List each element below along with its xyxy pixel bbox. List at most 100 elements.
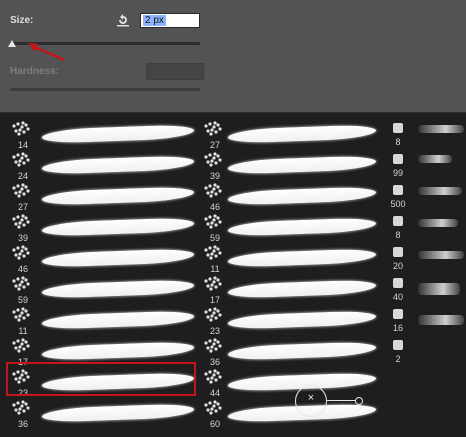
brush-cursor-dot bbox=[355, 397, 363, 405]
brush-preview-stroke[interactable] bbox=[418, 283, 460, 295]
brush-stroke-preview bbox=[42, 217, 194, 237]
brush-tip-icon bbox=[202, 307, 224, 323]
brush-stroke-preview bbox=[42, 310, 194, 330]
brush-stroke-preview bbox=[228, 186, 376, 206]
brush-size-label: 39 bbox=[17, 233, 28, 243]
brush-cursor: × bbox=[295, 385, 327, 417]
brush-tip-icon bbox=[393, 185, 403, 195]
brush-size-label: 2 bbox=[395, 354, 401, 364]
brush-size-label: 40 bbox=[392, 292, 403, 302]
brush-tip-icon bbox=[202, 214, 224, 230]
selected-brush-highlight bbox=[6, 362, 196, 396]
brush-preview-stroke[interactable] bbox=[418, 219, 458, 227]
brush-cursor-line bbox=[327, 400, 355, 401]
brush-stroke-preview bbox=[228, 217, 376, 237]
brush-preset[interactable]: 60 bbox=[200, 400, 380, 431]
brush-tip-icon bbox=[393, 123, 403, 133]
brush-preset[interactable]: 59 bbox=[8, 276, 198, 307]
brush-size-label: 46 bbox=[209, 202, 220, 212]
brush-stroke-preview bbox=[228, 310, 376, 330]
brush-tip-icon bbox=[393, 216, 403, 226]
brush-tip-icon bbox=[202, 121, 224, 137]
brush-stroke-preview bbox=[42, 186, 194, 206]
brush-size-label: 36 bbox=[209, 357, 220, 367]
red-arrow-annotation bbox=[28, 43, 65, 62]
brush-tip-icon bbox=[202, 183, 224, 199]
size-label: Size: bbox=[10, 15, 34, 26]
brush-tip-icon bbox=[393, 154, 403, 164]
brush-size-label: 44 bbox=[209, 388, 220, 398]
brush-preset[interactable]: 11 bbox=[200, 245, 380, 276]
brush-tip-icon bbox=[10, 276, 32, 292]
brush-size-label: 8 bbox=[395, 230, 401, 240]
brush-preset[interactable]: 17 bbox=[200, 276, 380, 307]
size-slider-thumb[interactable] bbox=[8, 40, 16, 47]
brush-preset[interactable]: 27 bbox=[200, 121, 380, 152]
hardness-label: Hardness: bbox=[10, 66, 59, 77]
brush-column-2: 27 39 46 59 11 17 23 36 44 60 bbox=[200, 121, 380, 431]
brush-tip-icon bbox=[393, 340, 403, 350]
brush-tip-icon bbox=[393, 278, 403, 288]
brush-stroke-preview bbox=[42, 279, 194, 299]
brush-size-label: 27 bbox=[209, 140, 220, 150]
brush-preset[interactable]: 39 bbox=[200, 152, 380, 183]
brush-preset[interactable]: 23 bbox=[200, 307, 380, 338]
brush-preset[interactable]: 46 bbox=[200, 183, 380, 214]
brush-stroke-preview bbox=[42, 248, 194, 268]
brush-stroke-preview bbox=[42, 341, 194, 361]
brush-preset[interactable]: 14 bbox=[8, 121, 198, 152]
hardness-slider-track[interactable] bbox=[10, 88, 200, 91]
brush-tip-icon bbox=[10, 245, 32, 261]
brush-column-3: 8 99 500 8 20 40 16 2 bbox=[384, 113, 412, 437]
brush-preset[interactable]: 59 bbox=[200, 214, 380, 245]
brush-tip-icon bbox=[10, 307, 32, 323]
brush-preset[interactable]: 36 bbox=[200, 338, 380, 369]
size-input[interactable]: 2 px bbox=[140, 13, 200, 28]
size-value: 2 px bbox=[143, 15, 166, 26]
brush-size-label: 11 bbox=[210, 264, 220, 274]
brush-tip-icon bbox=[202, 245, 224, 261]
brush-size-label: 39 bbox=[209, 171, 220, 181]
brush-tip-icon bbox=[10, 338, 32, 354]
brush-size-label: 11 bbox=[18, 326, 28, 336]
brush-tip-icon bbox=[393, 309, 403, 319]
brush-tip-icon bbox=[10, 152, 32, 168]
brush-stroke-preview bbox=[228, 279, 376, 299]
reset-size-icon[interactable] bbox=[115, 12, 131, 28]
brush-size-label: 23 bbox=[209, 326, 220, 336]
brush-tip-icon bbox=[10, 183, 32, 199]
brush-size-label: 500 bbox=[390, 199, 406, 209]
brush-column-4 bbox=[414, 113, 466, 437]
brush-size-label: 24 bbox=[17, 171, 28, 181]
brush-tip-icon bbox=[202, 338, 224, 354]
brush-stroke-preview bbox=[228, 155, 376, 175]
brush-preview-stroke[interactable] bbox=[418, 251, 464, 259]
brush-size-label: 59 bbox=[17, 295, 28, 305]
brush-size-label: 99 bbox=[392, 168, 403, 178]
brush-tip-icon bbox=[202, 276, 224, 292]
brush-stroke-preview bbox=[228, 341, 376, 361]
brush-size-label: 46 bbox=[17, 264, 28, 274]
brush-preset[interactable]: 27 bbox=[8, 183, 198, 214]
brush-size-label: 8 bbox=[395, 137, 401, 147]
hardness-input[interactable] bbox=[146, 63, 204, 80]
brush-preview-stroke[interactable] bbox=[418, 125, 464, 133]
brush-preview-stroke[interactable] bbox=[418, 187, 462, 195]
brush-preset[interactable]: 39 bbox=[8, 214, 198, 245]
brush-preview-stroke[interactable] bbox=[418, 315, 464, 325]
brush-tip-icon bbox=[10, 400, 32, 416]
brush-stroke-preview bbox=[42, 124, 194, 144]
brush-tip-icon bbox=[202, 152, 224, 168]
brush-preset[interactable]: 11 bbox=[8, 307, 198, 338]
brush-settings-panel: Size: 2 px Hardness: bbox=[0, 0, 466, 108]
brush-preset[interactable]: 24 bbox=[8, 152, 198, 183]
brush-size-label: 59 bbox=[209, 233, 220, 243]
brush-preset[interactable]: 44 bbox=[200, 369, 380, 400]
brush-preset[interactable]: 46 bbox=[8, 245, 198, 276]
brush-stroke-preview bbox=[42, 403, 194, 423]
brush-size-label: 16 bbox=[392, 323, 403, 333]
brush-size-label: 36 bbox=[17, 419, 28, 429]
brush-preset[interactable]: 36 bbox=[8, 400, 198, 431]
brush-tip-icon bbox=[10, 121, 32, 137]
brush-preview-stroke[interactable] bbox=[418, 155, 452, 163]
